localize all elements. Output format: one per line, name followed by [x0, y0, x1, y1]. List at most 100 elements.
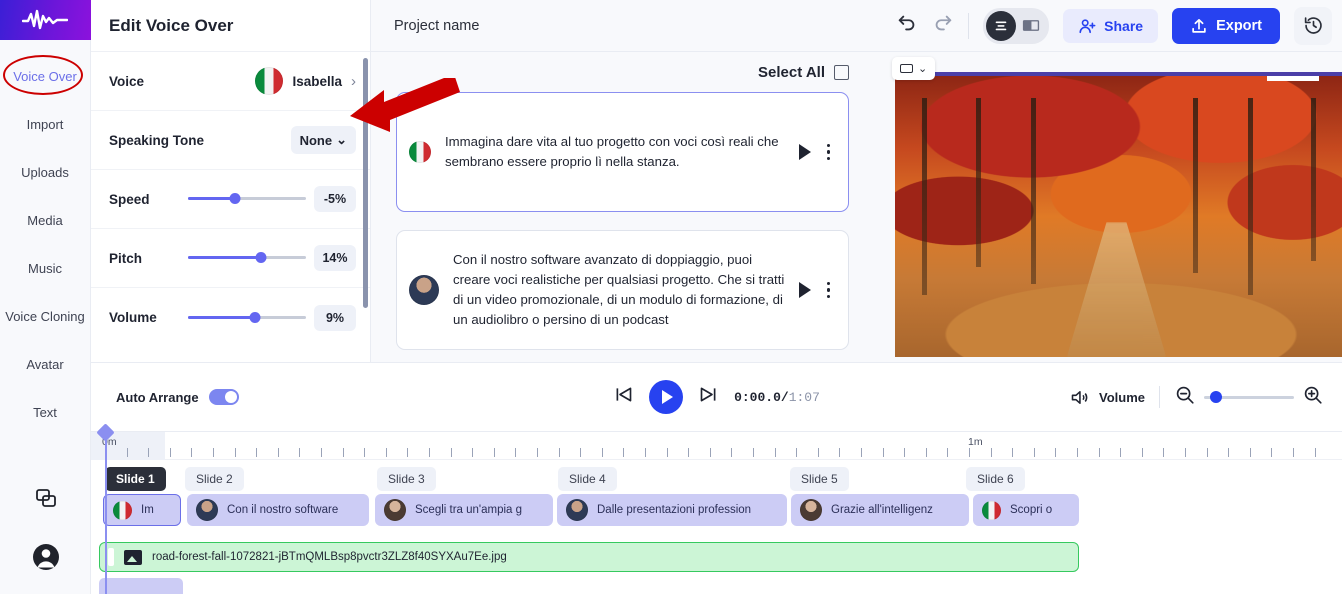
select-all-checkbox[interactable]	[834, 65, 849, 80]
skip-to-start-icon[interactable]	[613, 384, 634, 410]
undo-icon[interactable]	[896, 12, 918, 39]
voice-clip-label: Dalle presentazioni profession	[597, 504, 751, 516]
sidebar-item-avatar[interactable]: Avatar	[0, 340, 91, 388]
sidebar-item-label: Avatar	[26, 357, 63, 372]
ruler-tick	[494, 448, 495, 457]
slide-tab-1[interactable]: Slide 1	[105, 467, 166, 491]
slide-tab-2[interactable]: Slide 2	[185, 467, 244, 491]
ruler-tick	[515, 448, 516, 457]
voice-clip[interactable]: Scopri o	[973, 494, 1079, 526]
sidebar-item-text[interactable]: Text	[0, 388, 91, 436]
speed-slider[interactable]	[188, 190, 306, 208]
zoom-out-icon[interactable]	[1174, 384, 1196, 411]
voice-clip[interactable]: Im	[103, 494, 181, 526]
chevron-down-icon: ⌄	[918, 62, 927, 75]
ruler-tick	[645, 448, 646, 457]
share-button[interactable]: Share	[1063, 9, 1158, 43]
panel-view-icon[interactable]	[1016, 11, 1046, 41]
history-icon[interactable]	[1294, 7, 1332, 45]
speaking-tone-value: None	[300, 133, 333, 148]
next-track-clip[interactable]	[99, 578, 183, 594]
app-logo[interactable]	[0, 0, 91, 40]
ruler-tick	[1250, 448, 1251, 457]
voice-clip[interactable]: Scegli tra un'ampia g	[375, 494, 553, 526]
clip-resize-handle[interactable]	[108, 548, 114, 566]
playhead[interactable]	[105, 432, 107, 594]
ruler-tick	[1271, 448, 1272, 457]
ruler-tick	[235, 448, 236, 457]
voice-selector[interactable]: Isabella ›	[255, 67, 356, 95]
speaking-tone-dropdown[interactable]: None ⌄	[291, 126, 356, 154]
sidebar-item-label: Uploads	[21, 165, 69, 180]
slide-tab-6[interactable]: Slide 6	[966, 467, 1025, 491]
speed-slider-knob[interactable]	[230, 193, 241, 204]
voice-clip-label: Grazie all'intelligenz	[831, 504, 933, 516]
play-icon[interactable]	[799, 144, 811, 160]
zoom-in-icon[interactable]	[1302, 384, 1324, 411]
script-view-icon[interactable]	[986, 11, 1016, 41]
ruler-tick	[1099, 448, 1100, 457]
account-avatar-icon[interactable]	[0, 528, 91, 586]
ruler-label: 1m	[968, 436, 983, 448]
volume-slider-knob[interactable]	[250, 312, 261, 323]
pitch-row: Pitch 14%	[91, 229, 370, 288]
volume-control[interactable]: Volume	[1069, 387, 1145, 408]
slide-tab-4[interactable]: Slide 4	[558, 467, 617, 491]
zoom-slider[interactable]	[1204, 390, 1294, 404]
edit-voice-over-panel: Edit Voice Over Voice Isabella › Speakin…	[91, 0, 371, 362]
sidebar-item-media[interactable]: Media	[0, 196, 91, 244]
aspect-ratio-button[interactable]: ⌄	[892, 57, 935, 80]
sidebar-bottom-actions	[0, 470, 91, 586]
preview-canvas[interactable]	[895, 72, 1342, 357]
redo-icon[interactable]	[932, 12, 954, 39]
ruler-tick	[148, 448, 149, 457]
sidebar-item-music[interactable]: Music	[0, 244, 91, 292]
ruler-tick	[429, 448, 430, 457]
voice-clip[interactable]: Grazie all'intelligenz	[791, 494, 969, 526]
total-time: 1:07	[789, 390, 820, 405]
ruler-tick	[1228, 448, 1229, 457]
volume-slider[interactable]	[188, 309, 306, 327]
export-button[interactable]: Export	[1172, 8, 1280, 44]
volume-label: Volume	[109, 310, 157, 325]
skip-to-end-icon[interactable]	[698, 384, 719, 410]
ruler-tick	[1207, 448, 1208, 457]
play-icon[interactable]	[799, 282, 811, 298]
layers-icon[interactable]	[0, 470, 91, 528]
share-label: Share	[1104, 18, 1143, 34]
pitch-slider[interactable]	[188, 249, 306, 267]
auto-arrange-control[interactable]: Auto Arrange	[91, 389, 239, 405]
speed-label: Speed	[109, 192, 150, 207]
slide-tabs: Slide 1 Slide 2 Slide 3 Slide 4 Slide 5 …	[91, 460, 1342, 494]
sidebar-item-import[interactable]: Import	[0, 100, 91, 148]
pitch-label: Pitch	[109, 251, 142, 266]
play-button[interactable]	[649, 380, 683, 414]
ruler-tick	[559, 448, 560, 457]
ruler-tick	[710, 448, 711, 457]
slide-tab-5[interactable]: Slide 5	[790, 467, 849, 491]
upload-icon	[1190, 17, 1208, 35]
voice-clip[interactable]: Dalle presentazioni profession	[557, 494, 787, 526]
more-vertical-icon[interactable]	[827, 282, 831, 299]
script-card[interactable]: Con il nostro software avanzato di doppi…	[396, 230, 849, 350]
project-name[interactable]: Project name	[371, 18, 479, 34]
ruler-tick	[1012, 448, 1013, 457]
voice-clip[interactable]: Con il nostro software	[187, 494, 369, 526]
sidebar-item-voice-cloning[interactable]: Voice Cloning	[0, 292, 91, 340]
sidebar-item-uploads[interactable]: Uploads	[0, 148, 91, 196]
script-card[interactable]: Immagina dare vita al tuo progetto con v…	[396, 92, 849, 212]
zoom-slider-knob[interactable]	[1210, 391, 1222, 403]
timeline-ruler[interactable]: 0m 1m	[91, 432, 1342, 460]
media-clip[interactable]: road-forest-fall-1072821-jBTmQMLBsp8pvct…	[99, 542, 1079, 572]
ruler-tick	[170, 448, 171, 457]
panel-scrollbar[interactable]	[363, 58, 368, 308]
pitch-slider-knob[interactable]	[256, 252, 267, 263]
slide-tab-3[interactable]: Slide 3	[377, 467, 436, 491]
select-all-row[interactable]: Select All	[371, 52, 881, 92]
transport-right-controls: Volume	[1069, 384, 1342, 411]
sidebar-item-label: Voice Over	[13, 69, 77, 84]
ruler-tick	[602, 448, 603, 457]
more-vertical-icon[interactable]	[827, 144, 831, 161]
auto-arrange-toggle[interactable]	[209, 389, 239, 405]
sidebar-item-voice-over[interactable]: Voice Over	[0, 52, 91, 100]
